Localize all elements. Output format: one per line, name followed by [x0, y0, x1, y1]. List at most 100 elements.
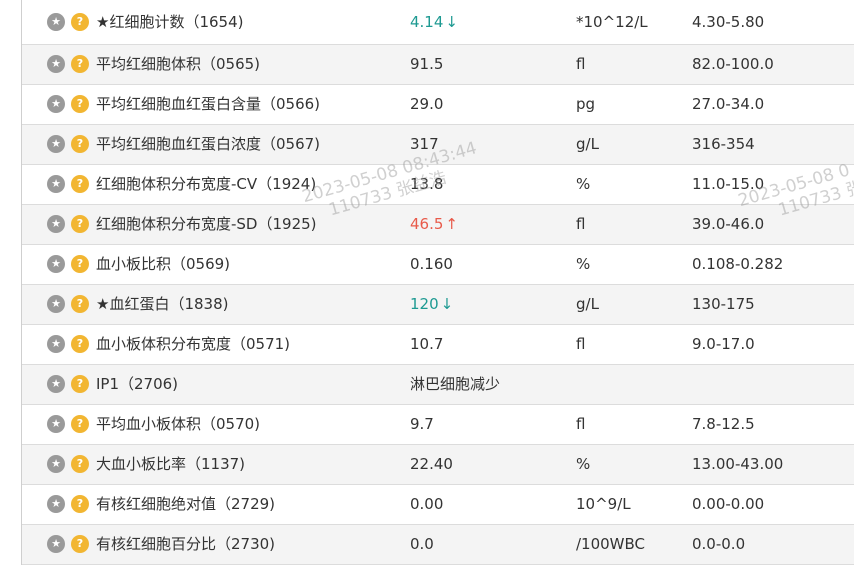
test-unit: % [576, 175, 591, 193]
test-result: 317 [410, 125, 439, 164]
test-result: 0.160 [410, 245, 453, 284]
result-value: 9.7 [410, 415, 434, 433]
reference-range: 0.00-0.00 [692, 495, 765, 513]
reference-range: 39.0-46.0 [692, 215, 765, 233]
arrow-up-icon: ↑ [445, 215, 458, 233]
test-name: 平均红细胞体积（0565) [96, 55, 261, 73]
reference-range: 9.0-17.0 [692, 335, 755, 353]
test-name: 平均红细胞血红蛋白含量（0566) [96, 95, 321, 113]
star-icon[interactable]: ★ [47, 295, 65, 313]
test-unit: g/L [576, 295, 599, 313]
test-name: 有核红细胞绝对值（2729) [96, 495, 276, 513]
help-icon[interactable]: ? [71, 55, 89, 73]
star-icon[interactable]: ★ [47, 55, 65, 73]
table-row[interactable]: ★? ★红细胞计数（1654) 4.14 ↓ *10^12/L 4.30-5.80 [22, 0, 854, 45]
reference-range: 316-354 [692, 135, 755, 153]
table-row[interactable]: ★? 平均红细胞血红蛋白浓度（0567) 317 g/L 316-354 [22, 125, 854, 165]
row-icons: ★? [47, 415, 89, 434]
table-row[interactable]: ★? 平均红细胞血红蛋白含量（0566) 29.0 pg 27.0-34.0 [22, 85, 854, 125]
star-icon[interactable]: ★ [47, 95, 65, 113]
table-row[interactable]: ★? 大血小板比率（1137) 22.40% 13.00-43.00 [22, 445, 854, 485]
results-table: ★? ★红细胞计数（1654) 4.14 ↓ *10^12/L 4.30-5.80 ★? 平均… [22, 0, 854, 565]
test-result: 22.40 [410, 445, 453, 484]
reference-range: 13.00-43.00 [692, 455, 784, 473]
row-icons: ★? [47, 55, 89, 74]
test-result: 120 ↓ [410, 285, 453, 324]
star-icon[interactable]: ★ [47, 455, 65, 473]
table-row[interactable]: ★? 血小板比积（0569) 0.160% 0.108-0.282 [22, 245, 854, 285]
table-row[interactable]: ★? 红细胞体积分布宽度-CV（1924) 13.8% 11.0-15.0 [22, 165, 854, 205]
test-unit: fl [576, 415, 586, 433]
row-icons: ★? [47, 375, 89, 394]
help-icon[interactable]: ? [71, 95, 89, 113]
test-name: 红细胞体积分布宽度-CV（1924) [96, 175, 317, 193]
help-icon[interactable]: ? [71, 135, 89, 153]
reference-range: 0.0-0.0 [692, 535, 746, 553]
help-icon[interactable]: ? [71, 13, 89, 31]
table-row[interactable]: ★? 血小板体积分布宽度（0571) 10.7 fl 9.0-17.0 [22, 325, 854, 365]
test-result: 13.8 [410, 165, 443, 204]
help-icon[interactable]: ? [71, 495, 89, 513]
test-result: 0.0 [410, 525, 434, 564]
star-icon[interactable]: ★ [47, 415, 65, 433]
test-name: ★红细胞计数（1654) [96, 13, 244, 31]
help-icon[interactable]: ? [71, 215, 89, 233]
star-icon[interactable]: ★ [47, 135, 65, 153]
star-icon[interactable]: ★ [47, 335, 65, 353]
table-row[interactable]: ★? 平均红细胞体积（0565) 91.5 fl 82.0-100.0 [22, 45, 854, 85]
table-row[interactable]: ★? 平均血小板体积（0570) 9.7 fl 7.8-12.5 [22, 405, 854, 445]
row-icons: ★? [47, 335, 89, 354]
help-icon[interactable]: ? [71, 175, 89, 193]
help-icon[interactable]: ? [71, 295, 89, 313]
test-unit: g/L [576, 135, 599, 153]
star-icon[interactable]: ★ [47, 375, 65, 393]
reference-range: 4.30-5.80 [692, 13, 765, 31]
reference-range: 0.108-0.282 [692, 255, 784, 273]
test-name: 血小板体积分布宽度（0571) [96, 335, 291, 353]
test-result: 29.0 [410, 85, 443, 124]
row-icons: ★? [47, 455, 89, 474]
star-icon[interactable]: ★ [47, 175, 65, 193]
test-result: 4.14 ↓ [410, 0, 458, 44]
test-result: 10.7 [410, 325, 443, 364]
result-value: 4.14 [410, 13, 444, 31]
result-value: 淋巴细胞减少 [410, 375, 501, 393]
star-icon[interactable]: ★ [47, 13, 65, 31]
test-result: 91.5 [410, 45, 443, 84]
row-icons: ★? [47, 535, 89, 554]
result-value: 0.160 [410, 255, 453, 273]
table-row[interactable]: ★? IP1（2706) 淋巴细胞减少 [22, 365, 854, 405]
test-name: ★血红蛋白（1838) [96, 295, 229, 313]
star-icon[interactable]: ★ [47, 535, 65, 553]
result-value: 91.5 [410, 55, 444, 73]
star-icon[interactable]: ★ [47, 215, 65, 233]
star-icon[interactable]: ★ [47, 255, 65, 273]
result-value: 46.5 [410, 215, 444, 233]
result-value: 10.7 [410, 335, 444, 353]
star-icon[interactable]: ★ [47, 495, 65, 513]
test-name: 平均血小板体积（0570) [96, 415, 261, 433]
test-unit: fl [576, 215, 586, 233]
reference-range: 7.8-12.5 [692, 415, 755, 433]
result-value: 13.8 [410, 175, 444, 193]
result-value: 29.0 [410, 95, 444, 113]
help-icon[interactable]: ? [71, 535, 89, 553]
reference-range: 27.0-34.0 [692, 95, 765, 113]
table-row[interactable]: ★? 红细胞体积分布宽度-SD（1925) 46.5 ↑ fl 39.0-46.0 [22, 205, 854, 245]
test-result: 淋巴细胞减少 [410, 365, 500, 404]
arrow-down-icon: ↓ [440, 295, 454, 313]
row-icons: ★? [47, 13, 89, 32]
table-row[interactable]: ★? ★血红蛋白（1838) 120 ↓ g/L 130-175 [22, 285, 854, 325]
help-icon[interactable]: ? [71, 335, 89, 353]
table-row[interactable]: ★? 有核红细胞绝对值（2729) 0.00 10^9/L 0.00-0.00 [22, 485, 854, 525]
table-row[interactable]: ★? 有核红细胞百分比（2730) 0.0/100WBC 0.0-0.0 [22, 525, 854, 565]
result-value: 317 [410, 135, 439, 153]
reference-range: 11.0-15.0 [692, 175, 765, 193]
row-icons: ★? [47, 295, 89, 314]
help-icon[interactable]: ? [71, 375, 89, 393]
help-icon[interactable]: ? [71, 415, 89, 433]
lab-results-panel: ★? ★红细胞计数（1654) 4.14 ↓ *10^12/L 4.30-5.80 ★? 平均… [0, 0, 854, 565]
help-icon[interactable]: ? [71, 255, 89, 273]
help-icon[interactable]: ? [71, 455, 89, 473]
test-name: 大血小板比率（1137) [96, 455, 246, 473]
